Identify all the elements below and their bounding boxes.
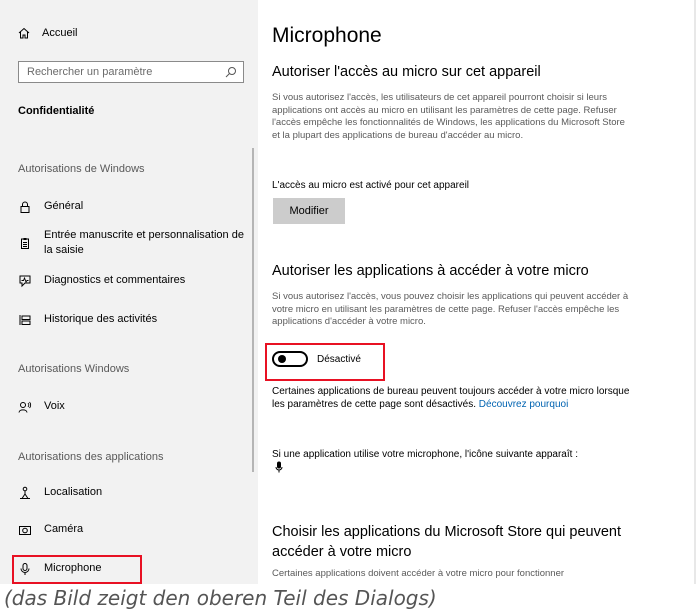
sidebar-item-label: Entrée manuscrite et personnalisation de…: [44, 229, 244, 256]
section3-description: Certaines applications doivent accéder à…: [272, 568, 565, 579]
section1-status: L'accès au micro est activé pour cet app…: [272, 180, 470, 191]
voice-icon: [18, 400, 32, 414]
clipboard-icon: [18, 236, 32, 250]
image-caption: (das Bild zeigt den oberen Teil des Dial…: [4, 586, 437, 610]
section3-heading: Choisir les applications du Microsoft St…: [272, 524, 621, 560]
sidebar-item-label: Général: [44, 200, 84, 212]
sidebar-item-voice[interactable]: Voix: [18, 399, 250, 414]
sidebar: Accueil Rechercher un paramètre Confiden…: [0, 0, 258, 584]
section1-description: Si vous autorisez l'accès, les utilisate…: [272, 92, 625, 141]
search-icon[interactable]: [225, 66, 237, 78]
search-input[interactable]: Rechercher un paramètre: [18, 61, 244, 83]
group-windows-permissions-2: Autorisations Windows: [18, 363, 130, 375]
highlight-box-microphone: [12, 555, 142, 584]
note-text: Certaines applications de bureau peuvent…: [272, 386, 630, 410]
sidebar-item-label: Diagnostics et commentaires: [44, 274, 186, 286]
window-border: [694, 0, 696, 584]
home-label: Accueil: [42, 27, 78, 39]
icon-note: Si une application utilise votre microph…: [272, 449, 578, 460]
sidebar-scrollbar[interactable]: [252, 148, 254, 472]
home-icon: [18, 27, 30, 39]
microphone-status-icon: [275, 461, 283, 473]
sidebar-item-label: Caméra: [44, 523, 84, 535]
sidebar-item-inking[interactable]: Entrée manuscrite et personnalisation de…: [18, 228, 250, 258]
sidebar-item-activity-history[interactable]: Historique des activités: [18, 312, 250, 327]
sidebar-item-label: Historique des activités: [44, 313, 158, 325]
sidebar-item-label: Voix: [44, 400, 65, 412]
search-placeholder: Rechercher un paramètre: [27, 66, 153, 78]
sidebar-item-label: Localisation: [44, 486, 103, 498]
section-title: Confidentialité: [18, 105, 95, 117]
group-windows-permissions: Autorisations de Windows: [18, 163, 145, 175]
section2-note: Certaines applications de bureau peuvent…: [272, 385, 632, 411]
learn-why-link[interactable]: Découvrez pourquoi: [479, 399, 569, 410]
page-title: Microphone: [272, 24, 382, 47]
diagnostics-icon: [18, 274, 32, 288]
settings-window: Accueil Rechercher un paramètre Confiden…: [0, 0, 700, 584]
sidebar-item-diagnostics[interactable]: Diagnostics et commentaires: [18, 273, 250, 288]
home-link[interactable]: Accueil: [18, 27, 77, 39]
group-app-permissions: Autorisations des applications: [18, 451, 164, 463]
sidebar-item-camera[interactable]: Caméra: [18, 522, 250, 537]
location-icon: [18, 486, 32, 500]
lock-icon: [18, 200, 32, 214]
section2-description: Si vous autorisez l'accès, vous pouvez c…: [272, 291, 629, 327]
section1-heading: Autoriser l'accès au micro sur cet appar…: [272, 64, 541, 80]
section2-heading: Autoriser les applications à accéder à v…: [272, 263, 589, 279]
sidebar-item-location[interactable]: Localisation: [18, 485, 250, 500]
activity-history-icon: [18, 313, 32, 327]
camera-icon: [18, 523, 32, 537]
sidebar-item-general[interactable]: Général: [18, 199, 250, 214]
modify-button[interactable]: Modifier: [273, 198, 345, 224]
highlight-box-toggle: [265, 343, 385, 381]
